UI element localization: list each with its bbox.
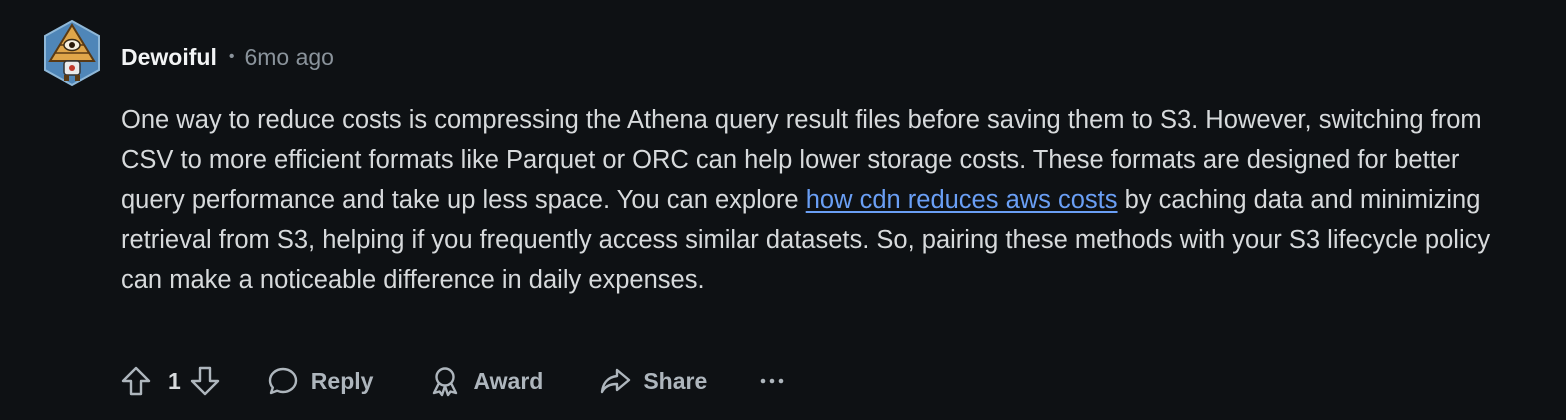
downvote-button[interactable]: [187, 363, 223, 399]
comment-link[interactable]: how cdn reduces aws costs: [806, 186, 1118, 214]
author-name[interactable]: Dewoiful: [121, 44, 217, 71]
upvote-button[interactable]: [118, 363, 154, 399]
award-button[interactable]: Award: [429, 365, 543, 397]
comment-body: One way to reduce costs is compressing t…: [121, 100, 1501, 300]
reply-label: Reply: [310, 367, 374, 394]
comment-actions: 1 Reply Award Share: [118, 360, 785, 402]
arrow-up-icon: [121, 366, 151, 396]
arrow-down-icon: [190, 366, 219, 396]
comment: Dewoiful • 6mo ago One way to reduce cos…: [0, 0, 1566, 420]
meta-separator: •: [228, 48, 235, 65]
share-button[interactable]: Share: [599, 365, 707, 397]
award-ribbon-icon: [433, 367, 458, 397]
share-label: Share: [643, 367, 708, 394]
speech-bubble-icon: [268, 367, 297, 395]
pyramid-eye-avatar-icon: [44, 19, 100, 87]
more-options-button[interactable]: [759, 368, 785, 394]
reply-button[interactable]: Reply: [267, 365, 374, 397]
timestamp[interactable]: 6mo ago: [244, 44, 334, 71]
vote-controls: 1: [118, 363, 223, 399]
avatar[interactable]: [42, 19, 102, 87]
vote-score: 1: [168, 367, 181, 394]
more-dots-icon: [760, 378, 784, 384]
share-arrow-icon: [601, 368, 631, 394]
comment-header: Dewoiful • 6mo ago: [121, 41, 334, 73]
award-label: Award: [473, 367, 544, 394]
